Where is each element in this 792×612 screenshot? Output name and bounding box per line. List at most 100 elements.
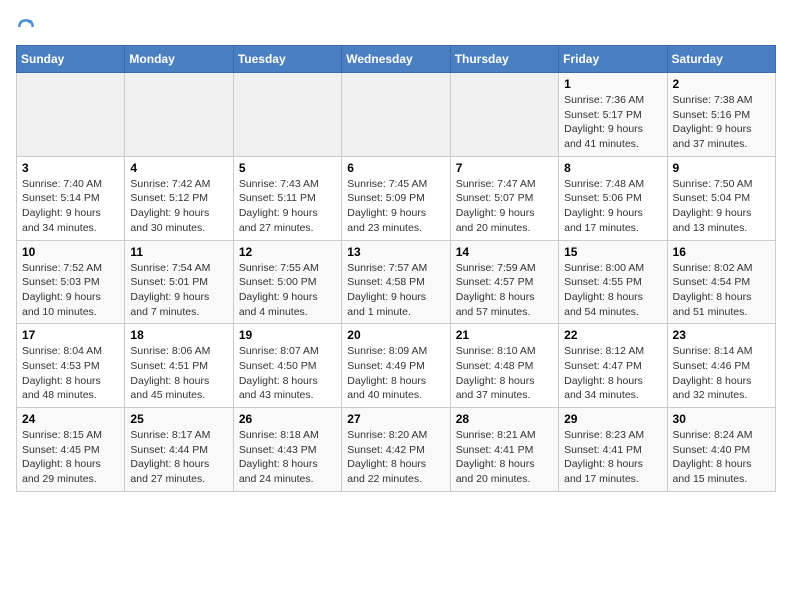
- calendar-cell: 14Sunrise: 7:59 AM Sunset: 4:57 PM Dayli…: [450, 240, 558, 324]
- calendar-cell: 11Sunrise: 7:54 AM Sunset: 5:01 PM Dayli…: [125, 240, 233, 324]
- calendar-cell: [17, 73, 125, 157]
- calendar-cell: [125, 73, 233, 157]
- calendar-cell: 19 Sunrise: 8:07 AM Sunset: 4:50 PM Dayli…: [233, 324, 341, 408]
- day-number: 16: [673, 245, 770, 259]
- calendar-cell: 9 Sunrise: 7:50 AM Sunset: 5:04 PM Daylig…: [667, 156, 775, 240]
- day-info: Sunrise: 7:45 AM Sunset: 5:09 PM Dayligh…: [347, 177, 444, 236]
- day-number: 28: [456, 412, 553, 426]
- calendar-cell: 10 Sunrise: 7:52 AM Sunset: 5:03 PM Dayli…: [17, 240, 125, 324]
- day-info: Sunrise: 8:23 AM Sunset: 4:41 PM Dayligh…: [564, 428, 661, 487]
- day-number: 12: [239, 245, 336, 259]
- calendar-cell: 16 Sunrise: 8:02 AM Sunset: 4:54 PM Dayli…: [667, 240, 775, 324]
- day-number: 6: [347, 161, 444, 175]
- day-header-friday: Friday: [559, 46, 667, 73]
- calendar-cell: 25 Sunrise: 8:17 AM Sunset: 4:44 PM Dayli…: [125, 408, 233, 492]
- day-number: 30: [673, 412, 770, 426]
- calendar-cell: 28 Sunrise: 8:21 AM Sunset: 4:41 PM Dayli…: [450, 408, 558, 492]
- calendar-cell: 29 Sunrise: 8:23 AM Sunset: 4:41 PM Dayli…: [559, 408, 667, 492]
- day-info: Sunrise: 7:54 AM Sunset: 5:01 PM Dayligh…: [130, 261, 227, 320]
- calendar-week-row: 17 Sunrise: 8:04 AM Sunset: 4:53 PM Dayli…: [17, 324, 776, 408]
- calendar-cell: 8 Sunrise: 7:48 AM Sunset: 5:06 PM Daylig…: [559, 156, 667, 240]
- day-number: 18: [130, 328, 227, 342]
- day-header-sunday: Sunday: [17, 46, 125, 73]
- day-number: 1: [564, 77, 661, 91]
- day-info: Sunrise: 8:00 AM Sunset: 4:55 PM Dayligh…: [564, 261, 661, 320]
- calendar-cell: 4Sunrise: 7:42 AM Sunset: 5:12 PM Daylig…: [125, 156, 233, 240]
- day-info: Sunrise: 7:48 AM Sunset: 5:06 PM Dayligh…: [564, 177, 661, 236]
- calendar-cell: 20 Sunrise: 8:09 AM Sunset: 4:49 PM Dayli…: [342, 324, 450, 408]
- calendar-table: SundayMondayTuesdayWednesdayThursdayFrid…: [16, 45, 776, 492]
- day-number: 21: [456, 328, 553, 342]
- day-info: Sunrise: 8:21 AM Sunset: 4:41 PM Dayligh…: [456, 428, 553, 487]
- calendar-cell: 7 Sunrise: 7:47 AM Sunset: 5:07 PM Daylig…: [450, 156, 558, 240]
- calendar-cell: 1 Sunrise: 7:36 AM Sunset: 5:17 PM Daylig…: [559, 73, 667, 157]
- day-number: 2: [673, 77, 770, 91]
- day-number: 5: [239, 161, 336, 175]
- calendar-cell: 21 Sunrise: 8:10 AM Sunset: 4:48 PM Dayli…: [450, 324, 558, 408]
- calendar-cell: 2 Sunrise: 7:38 AM Sunset: 5:16 PM Daylig…: [667, 73, 775, 157]
- day-info: Sunrise: 7:57 AM Sunset: 4:58 PM Dayligh…: [347, 261, 444, 320]
- day-info: Sunrise: 8:20 AM Sunset: 4:42 PM Dayligh…: [347, 428, 444, 487]
- day-info: Sunrise: 8:10 AM Sunset: 4:48 PM Dayligh…: [456, 344, 553, 403]
- day-number: 22: [564, 328, 661, 342]
- day-info: Sunrise: 7:38 AM Sunset: 5:16 PM Dayligh…: [673, 93, 770, 152]
- day-info: Sunrise: 8:06 AM Sunset: 4:51 PM Dayligh…: [130, 344, 227, 403]
- day-number: 13: [347, 245, 444, 259]
- day-number: 17: [22, 328, 119, 342]
- day-header-thursday: Thursday: [450, 46, 558, 73]
- calendar-cell: 17 Sunrise: 8:04 AM Sunset: 4:53 PM Dayli…: [17, 324, 125, 408]
- day-number: 20: [347, 328, 444, 342]
- day-number: 9: [673, 161, 770, 175]
- day-number: 23: [673, 328, 770, 342]
- day-number: 3: [22, 161, 119, 175]
- day-info: Sunrise: 8:17 AM Sunset: 4:44 PM Dayligh…: [130, 428, 227, 487]
- calendar-cell: 3 Sunrise: 7:40 AM Sunset: 5:14 PM Daylig…: [17, 156, 125, 240]
- calendar-week-row: 3 Sunrise: 7:40 AM Sunset: 5:14 PM Daylig…: [17, 156, 776, 240]
- calendar-cell: 18 Sunrise: 8:06 AM Sunset: 4:51 PM Dayli…: [125, 324, 233, 408]
- day-number: 7: [456, 161, 553, 175]
- day-number: 8: [564, 161, 661, 175]
- day-number: 19: [239, 328, 336, 342]
- calendar-cell: 22 Sunrise: 8:12 AM Sunset: 4:47 PM Dayli…: [559, 324, 667, 408]
- day-number: 14: [456, 245, 553, 259]
- calendar-cell: 27 Sunrise: 8:20 AM Sunset: 4:42 PM Dayli…: [342, 408, 450, 492]
- day-info: Sunrise: 8:02 AM Sunset: 4:54 PM Dayligh…: [673, 261, 770, 320]
- day-info: Sunrise: 7:55 AM Sunset: 5:00 PM Dayligh…: [239, 261, 336, 320]
- calendar-cell: 15 Sunrise: 8:00 AM Sunset: 4:55 PM Dayli…: [559, 240, 667, 324]
- calendar-cell: 26Sunrise: 8:18 AM Sunset: 4:43 PM Dayli…: [233, 408, 341, 492]
- header: [16, 16, 776, 37]
- day-info: Sunrise: 7:40 AM Sunset: 5:14 PM Dayligh…: [22, 177, 119, 236]
- day-info: Sunrise: 7:52 AM Sunset: 5:03 PM Dayligh…: [22, 261, 119, 320]
- calendar-cell: 13 Sunrise: 7:57 AM Sunset: 4:58 PM Dayli…: [342, 240, 450, 324]
- day-number: 4: [130, 161, 227, 175]
- calendar-cell: 24Sunrise: 8:15 AM Sunset: 4:45 PM Dayli…: [17, 408, 125, 492]
- day-info: Sunrise: 8:18 AM Sunset: 4:43 PM Dayligh…: [239, 428, 336, 487]
- day-number: 10: [22, 245, 119, 259]
- calendar-week-row: 10 Sunrise: 7:52 AM Sunset: 5:03 PM Dayli…: [17, 240, 776, 324]
- day-info: Sunrise: 8:04 AM Sunset: 4:53 PM Dayligh…: [22, 344, 119, 403]
- day-number: 15: [564, 245, 661, 259]
- calendar-cell: 12 Sunrise: 7:55 AM Sunset: 5:00 PM Dayli…: [233, 240, 341, 324]
- calendar-cell: 6 Sunrise: 7:45 AM Sunset: 5:09 PM Daylig…: [342, 156, 450, 240]
- logo: [16, 16, 40, 37]
- day-number: 27: [347, 412, 444, 426]
- day-header-monday: Monday: [125, 46, 233, 73]
- day-number: 24: [22, 412, 119, 426]
- day-header-wednesday: Wednesday: [342, 46, 450, 73]
- calendar-cell: 30Sunrise: 8:24 AM Sunset: 4:40 PM Dayli…: [667, 408, 775, 492]
- day-info: Sunrise: 8:14 AM Sunset: 4:46 PM Dayligh…: [673, 344, 770, 403]
- calendar-cell: [450, 73, 558, 157]
- day-info: Sunrise: 8:12 AM Sunset: 4:47 PM Dayligh…: [564, 344, 661, 403]
- calendar-cell: [342, 73, 450, 157]
- day-info: Sunrise: 8:09 AM Sunset: 4:49 PM Dayligh…: [347, 344, 444, 403]
- day-number: 25: [130, 412, 227, 426]
- calendar-header-row: SundayMondayTuesdayWednesdayThursdayFrid…: [17, 46, 776, 73]
- day-info: Sunrise: 7:50 AM Sunset: 5:04 PM Dayligh…: [673, 177, 770, 236]
- day-info: Sunrise: 7:36 AM Sunset: 5:17 PM Dayligh…: [564, 93, 661, 152]
- calendar-cell: 23 Sunrise: 8:14 AM Sunset: 4:46 PM Dayli…: [667, 324, 775, 408]
- logo-icon: [16, 17, 36, 37]
- calendar-week-row: 1 Sunrise: 7:36 AM Sunset: 5:17 PM Daylig…: [17, 73, 776, 157]
- day-info: Sunrise: 8:07 AM Sunset: 4:50 PM Dayligh…: [239, 344, 336, 403]
- day-number: 29: [564, 412, 661, 426]
- day-info: Sunrise: 7:47 AM Sunset: 5:07 PM Dayligh…: [456, 177, 553, 236]
